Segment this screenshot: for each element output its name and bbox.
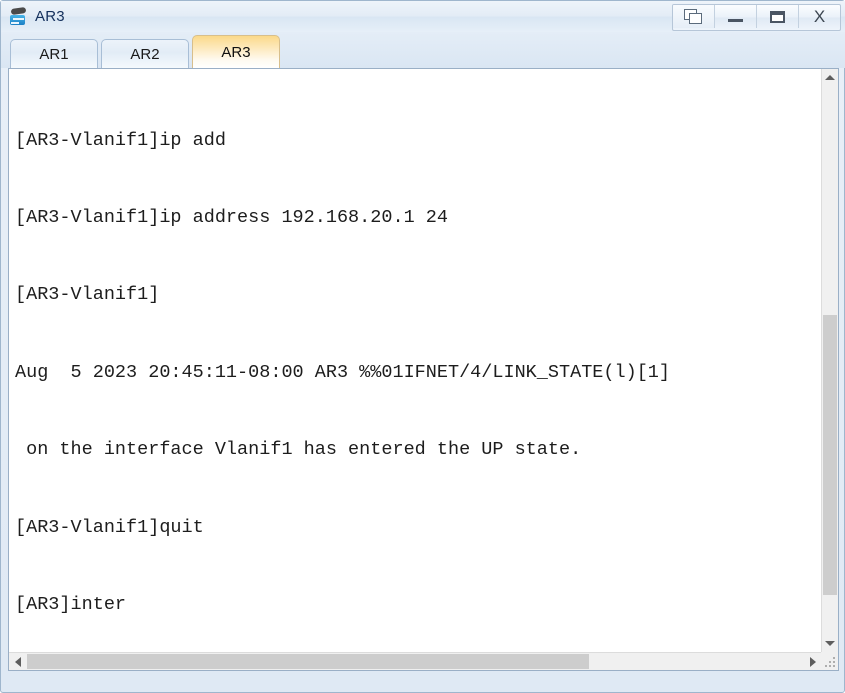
- restore-windows-button[interactable]: [673, 5, 715, 28]
- cascade-windows-icon: [684, 8, 703, 25]
- scroll-right-button[interactable]: [804, 653, 821, 670]
- chevron-right-icon: [809, 656, 816, 667]
- window-title: AR3: [35, 8, 65, 25]
- horizontal-scrollbar-thumb[interactable]: [27, 654, 589, 669]
- scroll-left-button[interactable]: [9, 653, 26, 670]
- scroll-down-button[interactable]: [822, 635, 838, 652]
- tab-list: AR1 AR2 AR3: [10, 35, 283, 68]
- terminal-line: [AR3-Vlanif1]quit: [15, 516, 204, 538]
- terminal-panel: [AR3-Vlanif1]ip add [AR3-Vlanif1]ip addr…: [8, 68, 839, 671]
- vertical-scrollbar-thumb[interactable]: [823, 315, 837, 595]
- vertical-scrollbar[interactable]: [821, 69, 838, 652]
- terminal-output[interactable]: [AR3-Vlanif1]ip add [AR3-Vlanif1]ip addr…: [9, 69, 821, 652]
- resize-grip[interactable]: [821, 652, 838, 670]
- terminal-line: [AR3-Vlanif1]ip add: [15, 129, 226, 151]
- tab-ar3[interactable]: AR3: [192, 35, 280, 68]
- chevron-down-icon: [825, 641, 835, 646]
- terminal-line: Aug 5 2023 20:45:11-08:00 AR3 %%01IFNET/…: [15, 361, 671, 383]
- title-bar[interactable]: AR3 X: [1, 1, 845, 32]
- tab-strip: AR1 AR2 AR3: [1, 32, 845, 68]
- terminal-line: [AR3]inter: [15, 593, 127, 615]
- tab-ar1[interactable]: AR1: [10, 39, 98, 68]
- tab-ar2[interactable]: AR2: [101, 39, 189, 68]
- terminal-line: on the interface Vlanif1 has entered the…: [15, 439, 582, 461]
- close-button[interactable]: X: [799, 5, 840, 28]
- tab-ar3-label: AR3: [221, 43, 251, 61]
- tab-ar1-label: AR1: [39, 45, 69, 63]
- title-bar-left: AR3: [9, 1, 65, 32]
- terminal-line: [AR3-Vlanif1]ip address 192.168.20.1 24: [15, 206, 448, 228]
- horizontal-scrollbar[interactable]: [9, 652, 821, 670]
- scroll-up-button[interactable]: [822, 69, 838, 86]
- router-icon: [9, 6, 29, 27]
- window-controls: X: [672, 4, 841, 31]
- minimize-button[interactable]: [715, 5, 757, 28]
- terminal-window: AR3 X AR1 AR2 AR3 [AR3-Vlanif1]ip add [A…: [0, 0, 845, 693]
- terminal-line: [AR3-Vlanif1]: [15, 284, 160, 306]
- minimize-icon: [728, 19, 743, 22]
- maximize-icon: [770, 10, 785, 23]
- chevron-up-icon: [825, 75, 835, 80]
- maximize-button[interactable]: [757, 5, 799, 28]
- chevron-left-icon: [14, 656, 21, 667]
- close-icon: X: [813, 7, 826, 26]
- tab-ar2-label: AR2: [130, 45, 160, 63]
